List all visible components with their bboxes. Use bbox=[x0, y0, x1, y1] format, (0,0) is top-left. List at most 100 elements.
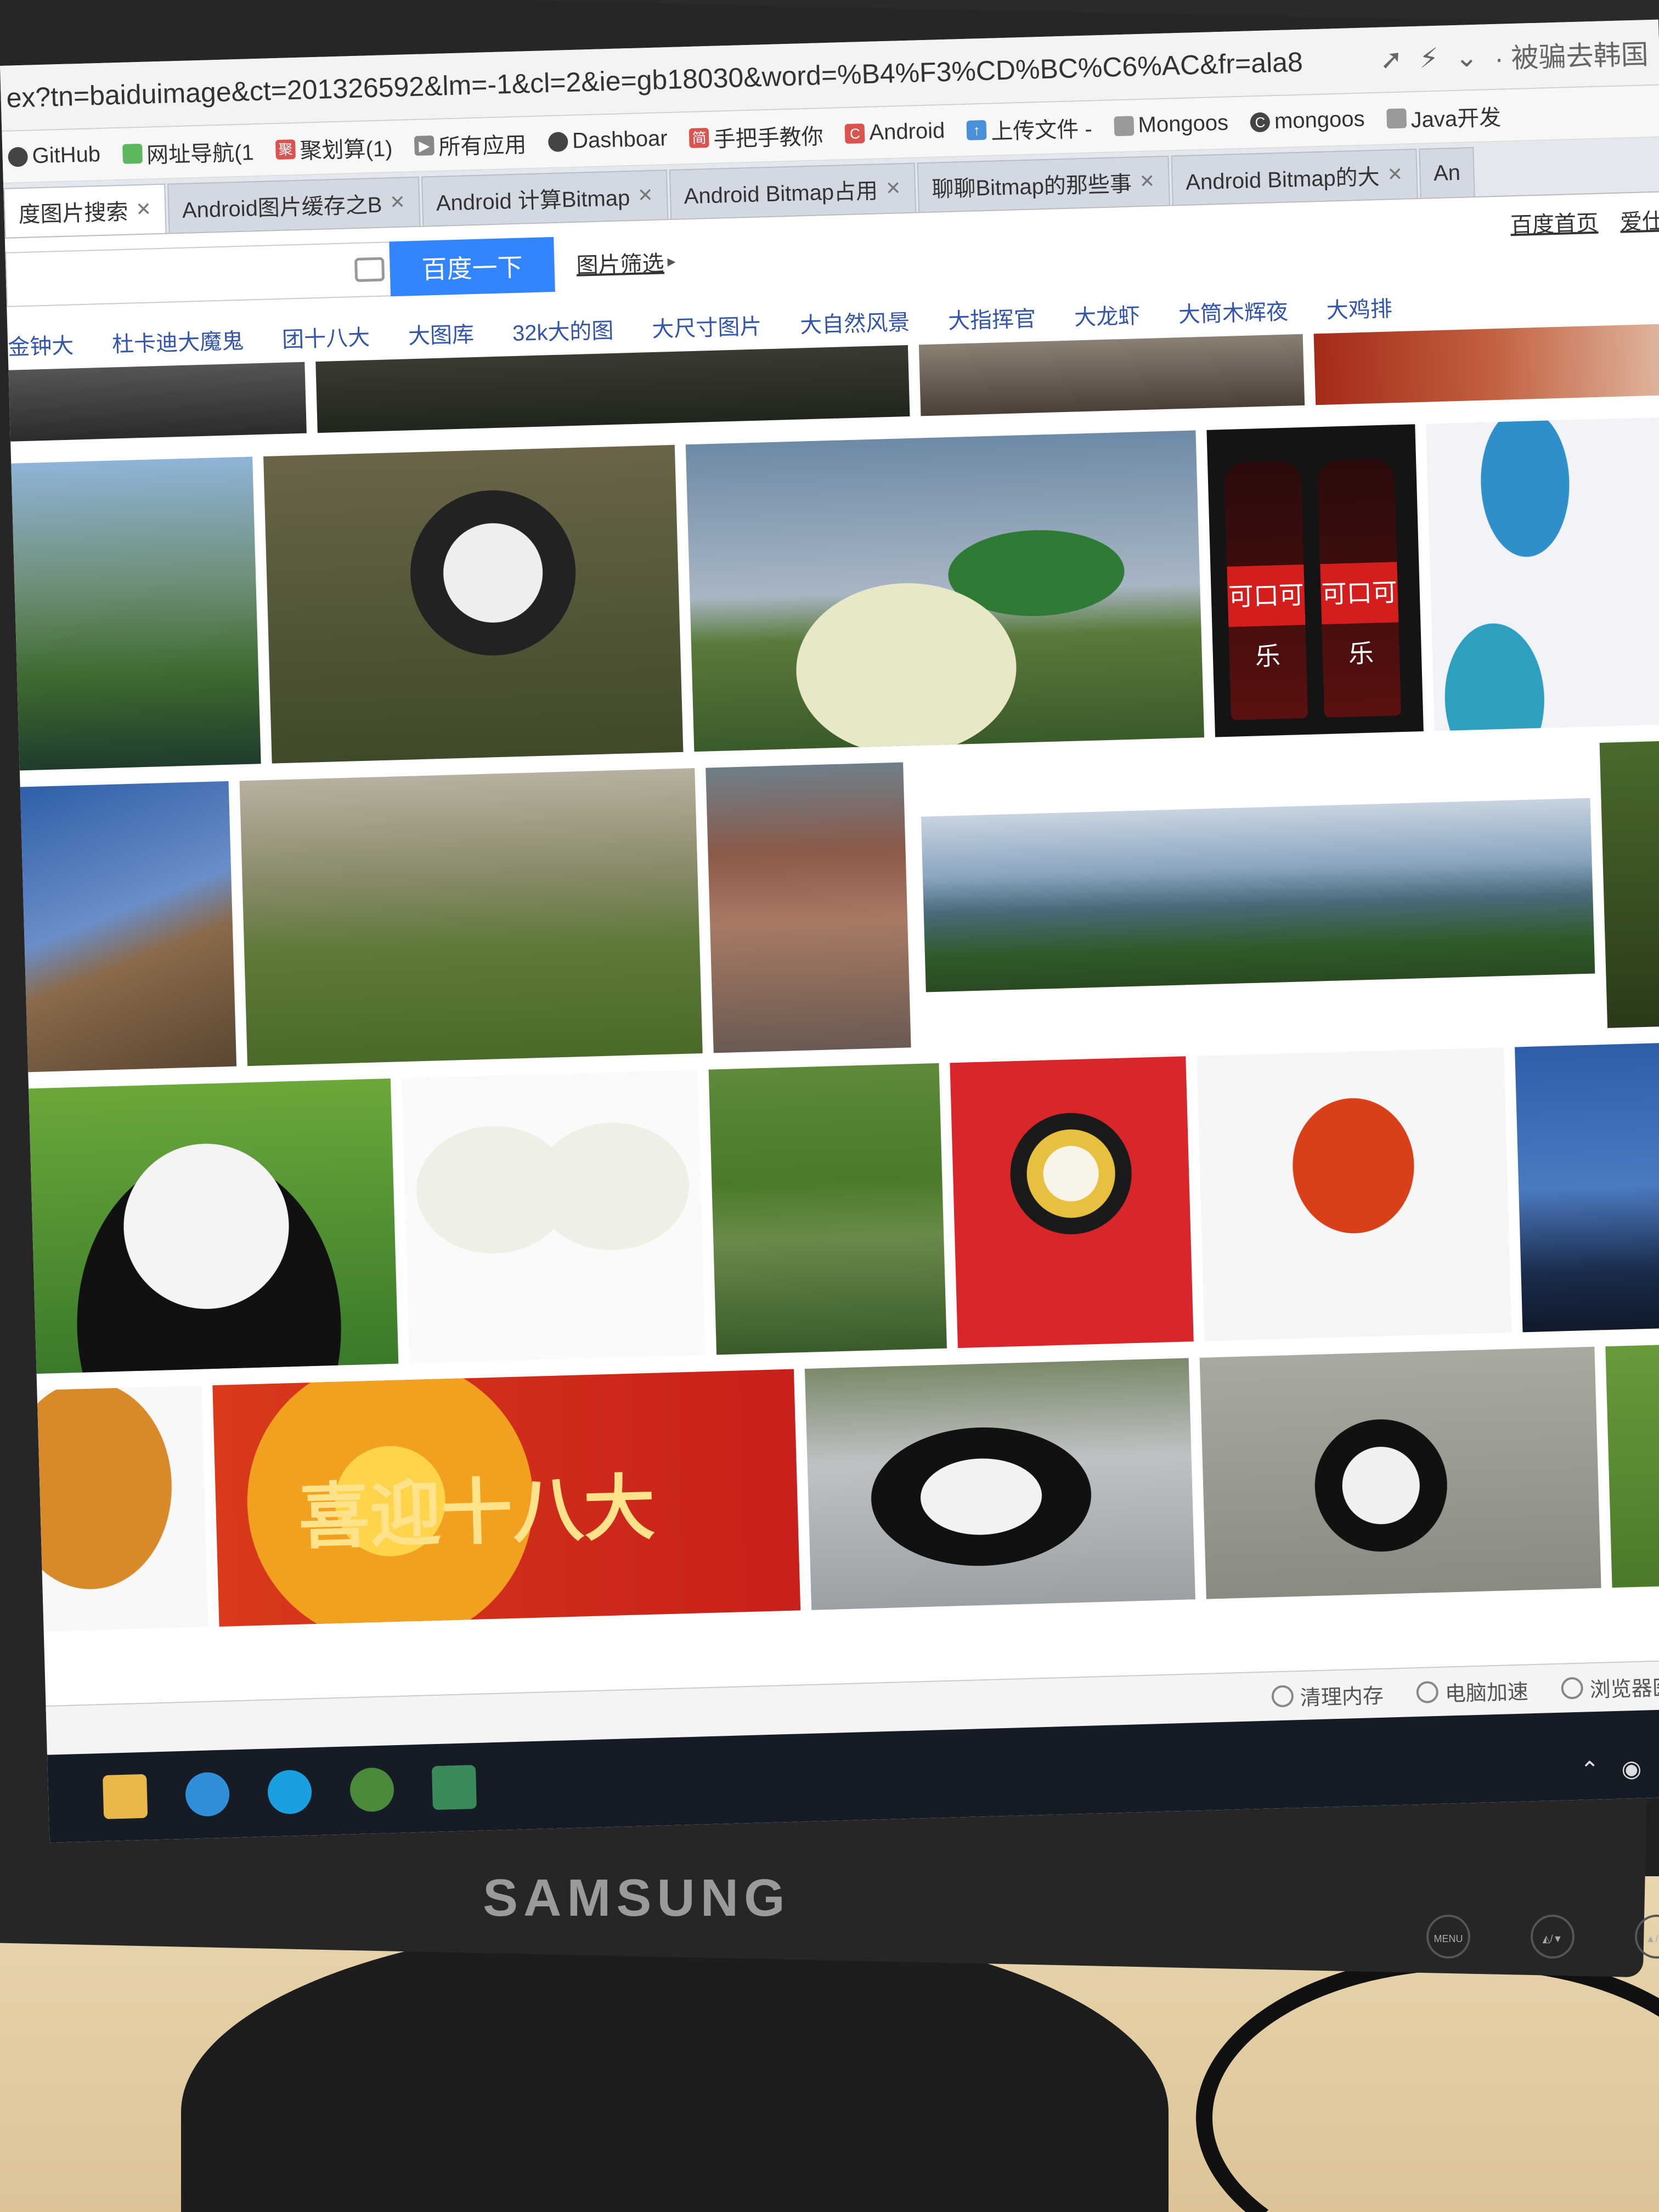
image-result[interactable]: 喜迎十八大 bbox=[212, 1369, 801, 1627]
related-item[interactable]: 大筒木辉夜 bbox=[1178, 294, 1289, 329]
related-item[interactable]: 大尺寸图片 bbox=[651, 308, 762, 343]
image-result[interactable]: 可口可乐 可口可乐 bbox=[1206, 424, 1424, 737]
bookmark-label: GitHub bbox=[31, 142, 101, 168]
related-item[interactable]: 大龙虾 bbox=[1074, 298, 1141, 331]
image-result[interactable] bbox=[20, 781, 237, 1073]
image-result[interactable] bbox=[1426, 417, 1659, 731]
bookmark-item[interactable]: 聚聚划算(1) bbox=[275, 131, 393, 166]
image-result[interactable] bbox=[239, 768, 703, 1066]
adjust-button[interactable]: ▲/▼ bbox=[1635, 1915, 1659, 1959]
tab-label: Android 计算Bitmap bbox=[436, 186, 630, 216]
bookmark-item[interactable]: 网址导航(1 bbox=[122, 134, 254, 170]
image-result[interactable] bbox=[706, 762, 911, 1053]
bookmark-label: 聚划算(1) bbox=[300, 136, 393, 163]
image-result[interactable] bbox=[1199, 1346, 1601, 1599]
camera-icon[interactable] bbox=[354, 257, 385, 283]
related-item[interactable]: 杜卡迪大魔鬼 bbox=[111, 323, 244, 359]
baidu-home-link[interactable]: 百度首页 bbox=[1510, 205, 1599, 239]
close-icon[interactable]: ✕ bbox=[885, 177, 901, 200]
lightning-icon[interactable]: ⚡ bbox=[1419, 42, 1439, 75]
image-filter-link[interactable]: 图片筛选 bbox=[576, 245, 665, 279]
tab-item[interactable]: Android 计算Bitmap ✕ bbox=[421, 170, 668, 226]
clock-icon bbox=[1271, 1685, 1294, 1708]
qq-icon[interactable]: ◉ bbox=[1621, 1755, 1642, 1782]
app-icon[interactable] bbox=[431, 1765, 477, 1810]
menu-button[interactable]: MENU bbox=[1426, 1915, 1470, 1959]
csdn-icon: C bbox=[844, 123, 865, 144]
image-result[interactable] bbox=[921, 798, 1595, 992]
image-result[interactable] bbox=[37, 1385, 208, 1632]
close-icon[interactable]: ✕ bbox=[136, 198, 152, 221]
image-result[interactable] bbox=[685, 430, 1205, 752]
image-result[interactable] bbox=[950, 1056, 1194, 1348]
coke-label: 可口可乐 bbox=[1320, 562, 1399, 668]
search-button[interactable]: 百度一下 bbox=[389, 236, 555, 297]
close-icon[interactable]: ✕ bbox=[637, 184, 654, 207]
search-input[interactable] bbox=[5, 241, 391, 307]
bookmark-item[interactable]: Dashboar bbox=[548, 126, 668, 154]
bookmark-item[interactable]: ▶ 所有应用 bbox=[414, 127, 527, 162]
bookmark-item[interactable]: ↑ 上传文件 - bbox=[966, 111, 1092, 146]
tab-label: Android Bitmap的大 bbox=[1185, 165, 1380, 195]
bookmark-item[interactable]: Cmongoos bbox=[1250, 107, 1365, 135]
tab-baidu-image[interactable]: 度图片搜索 ✕ bbox=[3, 183, 167, 238]
close-icon[interactable]: ✕ bbox=[1387, 163, 1403, 186]
related-item[interactable]: 大指挥官 bbox=[947, 301, 1036, 335]
banner-caption: 喜迎十八大 bbox=[297, 1467, 656, 1558]
bookmark-item[interactable]: Mongoos bbox=[1114, 111, 1229, 139]
close-icon[interactable]: ✕ bbox=[1139, 170, 1155, 193]
tab-item[interactable]: An bbox=[1418, 147, 1476, 198]
tab-item[interactable]: Android Bitmap的大 ✕ bbox=[1170, 148, 1418, 205]
related-item[interactable]: 团十八大 bbox=[281, 319, 370, 353]
bookmark-label: mongoos bbox=[1274, 106, 1365, 134]
image-result[interactable] bbox=[1605, 1344, 1659, 1588]
bookmark-item[interactable]: Java开发 bbox=[1386, 99, 1502, 134]
monitor-screen: ex?tn=baiduimage&ct=201326592&lm=-1&cl=2… bbox=[0, 19, 1659, 1843]
related-item[interactable]: 32k大的图 bbox=[512, 313, 614, 347]
chevron-up-icon[interactable]: ⌃ bbox=[1580, 1756, 1600, 1784]
close-icon[interactable]: ✕ bbox=[390, 191, 406, 213]
bookmark-label: 手把手教你 bbox=[713, 124, 824, 152]
related-item[interactable]: 大鸡排 bbox=[1326, 291, 1393, 324]
image-result[interactable] bbox=[1599, 741, 1659, 1028]
android-studio-icon[interactable] bbox=[349, 1767, 395, 1813]
bookmark-label: Java开发 bbox=[1410, 105, 1502, 132]
bookmark-item[interactable]: GitHub bbox=[8, 142, 101, 170]
folder-icon[interactable] bbox=[103, 1774, 148, 1819]
side-search-text[interactable]: · 被骗去韩国 bbox=[1494, 32, 1649, 76]
related-item[interactable]: 金钟大 bbox=[7, 328, 74, 361]
related-item[interactable]: 大图库 bbox=[408, 317, 475, 350]
image-result[interactable] bbox=[1313, 324, 1659, 405]
image-result[interactable] bbox=[8, 362, 307, 442]
image-result[interactable] bbox=[918, 334, 1305, 416]
related-item[interactable]: 大自然风景 bbox=[799, 304, 910, 340]
bookmark-item[interactable]: C Android bbox=[844, 119, 945, 146]
top-link[interactable]: 爱仕 bbox=[1620, 203, 1659, 236]
chevron-down-icon[interactable]: ⌄ bbox=[1454, 41, 1479, 74]
image-result[interactable] bbox=[1197, 1047, 1512, 1341]
speedup-item[interactable]: 电脑加速 bbox=[1416, 1674, 1528, 1708]
image-result[interactable] bbox=[11, 456, 261, 771]
image-result[interactable] bbox=[708, 1063, 947, 1355]
brightness-button[interactable]: ◭/▼ bbox=[1531, 1915, 1575, 1959]
address-bar-side: ➚ ⚡ ⌄ · 被骗去韩国 bbox=[1379, 32, 1659, 80]
browser-doctor-item[interactable]: 浏览器医生 bbox=[1561, 1669, 1659, 1703]
tab-item[interactable]: 聊聊Bitmap的那些事 ✕ bbox=[917, 155, 1170, 212]
tab-item[interactable]: Android图片缓存之B ✕ bbox=[167, 176, 421, 233]
image-result[interactable] bbox=[263, 444, 684, 764]
image-result[interactable] bbox=[401, 1070, 706, 1364]
tab-label: An bbox=[1433, 160, 1461, 185]
tab-item[interactable]: Android Bitmap占用 ✕ bbox=[669, 162, 916, 219]
image-result[interactable] bbox=[804, 1358, 1195, 1610]
skype-icon[interactable] bbox=[267, 1769, 313, 1815]
clean-memory-item[interactable]: 清理内存 bbox=[1271, 1678, 1384, 1712]
browser-icon[interactable] bbox=[185, 1771, 230, 1817]
image-result[interactable] bbox=[1515, 1042, 1659, 1333]
image-result[interactable] bbox=[29, 1078, 399, 1374]
status-label: 浏览器医生 bbox=[1589, 1675, 1659, 1702]
doctor-icon bbox=[1561, 1677, 1584, 1700]
rocket-icon[interactable]: ➚ bbox=[1379, 43, 1403, 76]
jianshu-icon: 简 bbox=[689, 127, 710, 148]
bookmark-item[interactable]: 简手把手教你 bbox=[689, 119, 824, 154]
github-icon bbox=[548, 131, 568, 152]
